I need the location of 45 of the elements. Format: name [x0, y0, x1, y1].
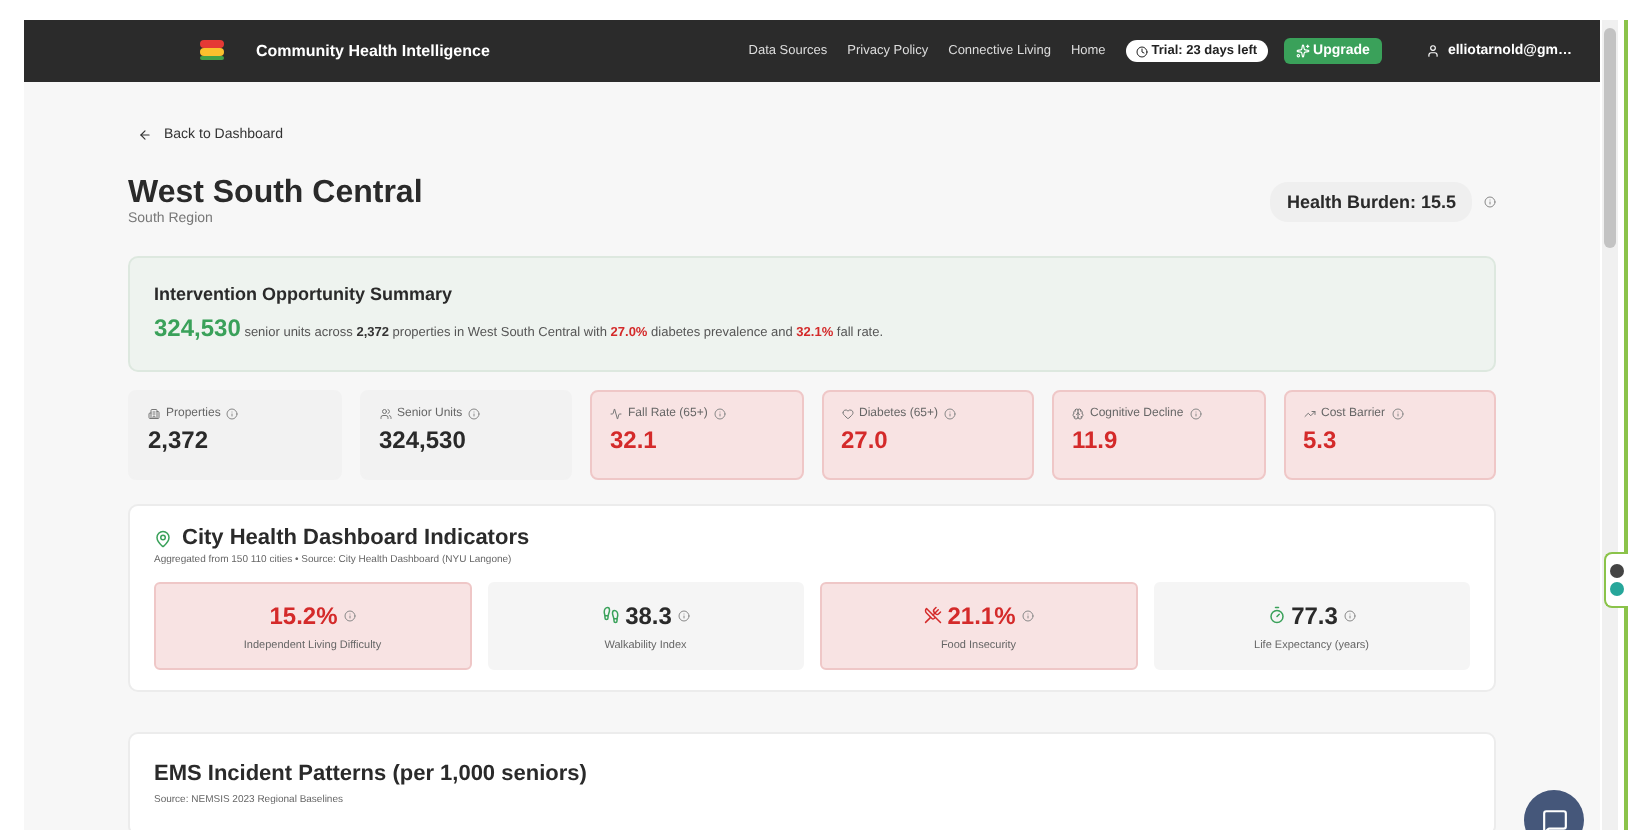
timer-icon [1267, 606, 1286, 624]
map-pin-icon [154, 529, 172, 547]
info-icon[interactable] [226, 408, 239, 420]
building-icon [148, 408, 160, 420]
info-icon[interactable] [343, 609, 356, 621]
brand-name[interactable]: Community Health Intelligence [256, 42, 490, 60]
stat-value: 11.9 [1072, 426, 1120, 454]
indicator-value: 77.3 [1291, 601, 1338, 629]
pulse-icon [610, 408, 622, 420]
card-title: EMS Incident Patterns (per 1,000 seniors) [154, 762, 587, 786]
utensils-icon [923, 606, 942, 624]
footprints-icon [601, 606, 620, 624]
stat-value: 32.1 [610, 426, 659, 454]
clock-icon [1135, 45, 1148, 57]
stat-value: 27.0 [841, 426, 890, 454]
user-icon [1425, 44, 1440, 58]
scrollbar[interactable] [1602, 20, 1618, 830]
users-icon [379, 408, 391, 420]
info-icon[interactable] [1343, 609, 1356, 621]
info-icon[interactable] [1391, 408, 1404, 420]
card-title: City Health Dashboard Indicators [182, 526, 530, 550]
info-icon[interactable] [713, 408, 726, 420]
heart-icon [841, 408, 853, 420]
arrow-left-icon [138, 128, 152, 142]
info-icon[interactable] [1189, 408, 1202, 420]
trend-icon [1303, 408, 1315, 420]
info-icon[interactable] [1484, 195, 1496, 207]
stat-value: 5.3 [1303, 426, 1339, 454]
region-title: West South Central [128, 176, 423, 211]
stat-value: 2,372 [148, 426, 211, 454]
side-widget[interactable] [1604, 552, 1628, 608]
summary-title: Intervention Opportunity Summary [154, 284, 455, 304]
logo-icon [196, 39, 228, 63]
stat-value: 324,530 [379, 426, 468, 454]
info-icon[interactable] [468, 408, 481, 420]
health-burden-badge: Health Burden: 15.5 [1270, 181, 1472, 221]
indicator-value: 21.1% [947, 601, 1016, 629]
indicator-value: 38.3 [625, 601, 672, 629]
sparkle-icon [1295, 44, 1310, 58]
chat-icon [1541, 807, 1567, 830]
brain-icon [1072, 408, 1084, 420]
info-icon[interactable] [677, 609, 690, 621]
info-icon[interactable] [1021, 609, 1034, 621]
info-icon[interactable] [944, 408, 957, 420]
indicator-value: 15.2% [269, 601, 338, 629]
